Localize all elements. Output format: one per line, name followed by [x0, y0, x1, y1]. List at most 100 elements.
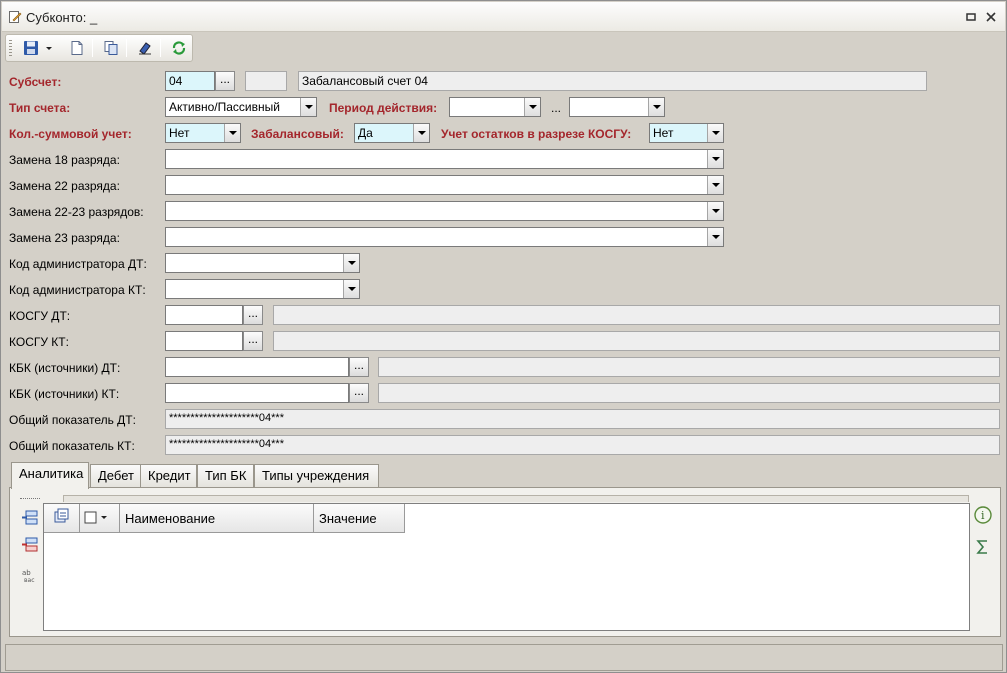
qty-sum-select[interactable]: Нет: [165, 123, 241, 143]
chevron-down-icon[interactable]: [224, 124, 240, 142]
admin-dt-select[interactable]: [165, 253, 360, 273]
window-title: Субконто: _: [26, 10, 98, 25]
subaccount-select-button[interactable]: ...: [215, 71, 235, 91]
analytics-grid: Наименование Значение: [43, 503, 970, 631]
account-type-select[interactable]: Активно/Пассивный: [165, 97, 317, 117]
title-bar: Субконто: _: [2, 2, 1005, 32]
spellcheck-button[interactable]: ab вас: [20, 566, 40, 586]
replace18-label: Замена 18 разряда:: [9, 153, 120, 167]
chevron-down-icon[interactable]: [343, 280, 359, 298]
kosgu-dt-select-button[interactable]: ...: [243, 305, 263, 325]
subkonto-window: Субконто: _ Субсчет: 04 ... Забалансовый…: [0, 0, 1007, 673]
new-document-button[interactable]: [66, 38, 88, 58]
replace2223-select[interactable]: [165, 201, 724, 221]
delete-row-button[interactable]: [20, 535, 40, 555]
svg-text:ab: ab: [22, 569, 31, 577]
total-dt-label: Общий показатель ДТ:: [9, 413, 136, 427]
chevron-down-icon[interactable]: [413, 124, 429, 142]
restore-window-icon[interactable]: [963, 9, 979, 25]
grid-settings-icon: [54, 508, 69, 523]
admin-dt-label: Код администратора ДТ:: [9, 257, 147, 271]
qty-sum-value: Нет: [169, 126, 190, 140]
info-button[interactable]: i: [972, 504, 994, 526]
kbk-kt-select-button[interactable]: ...: [349, 383, 369, 403]
document-edit-icon: [8, 10, 22, 24]
toolbar-separator: [92, 39, 93, 57]
tab-credit[interactable]: Кредит: [140, 464, 197, 488]
kosgu-balances-select[interactable]: Нет: [649, 123, 724, 143]
replace2223-label: Замена 22-23 разрядов:: [9, 205, 144, 219]
tab-bk-type[interactable]: Тип БК: [197, 464, 254, 488]
new-document-icon: [71, 41, 83, 55]
chevron-down-icon[interactable]: [707, 202, 723, 220]
toolbar: [5, 34, 193, 62]
admin-kt-select[interactable]: [165, 279, 360, 299]
off-balance-select[interactable]: Да: [354, 123, 430, 143]
replace18-select[interactable]: [165, 149, 724, 169]
kbk-kt-input[interactable]: [165, 383, 349, 403]
kbk-dt-label: КБК (источники) ДТ:: [9, 361, 121, 375]
replace23-select[interactable]: [165, 227, 724, 247]
chevron-down-icon[interactable]: [707, 228, 723, 246]
subaccount-code-field: [245, 71, 287, 91]
panel-grip[interactable]: [20, 498, 40, 500]
kosgu-dt-input[interactable]: [165, 305, 243, 325]
grid-select-all[interactable]: [80, 504, 120, 533]
save-icon: [24, 41, 38, 55]
subaccount-label: Субсчет:: [9, 75, 62, 89]
account-type-value: Активно/Пассивный: [169, 100, 280, 114]
sum-button[interactable]: [972, 536, 994, 558]
tab-analytics[interactable]: Аналитика: [11, 462, 89, 489]
kosgu-balances-label: Учет остатков в разрезе КОСГУ:: [441, 127, 632, 141]
chevron-down-icon[interactable]: [343, 254, 359, 272]
toolbar-grip[interactable]: [9, 40, 12, 56]
clear-button[interactable]: [134, 38, 156, 58]
chevron-down-icon: [46, 47, 52, 50]
refresh-icon: [172, 41, 186, 55]
kbk-dt-select-button[interactable]: ...: [349, 357, 369, 377]
kosgu-kt-label: КОСГУ КТ:: [9, 335, 69, 349]
copy-icon: [104, 41, 118, 55]
svg-text:вас: вас: [24, 577, 35, 584]
chevron-down-icon[interactable]: [707, 176, 723, 194]
kosgu-balances-value: Нет: [653, 126, 674, 140]
tab-institution-types[interactable]: Типы учреждения: [254, 464, 379, 488]
kosgu-kt-select-button[interactable]: ...: [243, 331, 263, 351]
close-window-icon[interactable]: [983, 9, 999, 25]
save-button[interactable]: [20, 38, 42, 58]
off-balance-value: Да: [358, 126, 373, 140]
kbk-dt-input[interactable]: [165, 357, 349, 377]
subaccount-input[interactable]: 04: [165, 71, 215, 91]
spellcheck-icon: abвас: [22, 569, 35, 584]
period-to-select[interactable]: [569, 97, 665, 117]
column-header-name[interactable]: Наименование: [120, 504, 314, 533]
kosgu-kt-name-field: [273, 331, 1000, 351]
replace22-label: Замена 22 разряда:: [9, 179, 120, 193]
toolbar-separator: [160, 39, 161, 57]
status-bar: [5, 644, 1003, 671]
period-label: Период действия:: [329, 101, 438, 115]
copy-button[interactable]: [100, 38, 122, 58]
total-kt-field: *********************04***: [165, 435, 1000, 455]
kosgu-kt-input[interactable]: [165, 331, 243, 351]
chevron-down-icon[interactable]: [707, 124, 723, 142]
column-ruler[interactable]: [63, 495, 969, 502]
save-dropdown-button[interactable]: [42, 38, 56, 58]
total-dt-field: *********************04***: [165, 409, 1000, 429]
total-kt-label: Общий показатель КТ:: [9, 439, 135, 453]
chevron-down-icon[interactable]: [648, 98, 664, 116]
period-separator: ...: [551, 101, 562, 115]
account-type-label: Тип счета:: [9, 101, 71, 115]
add-row-button[interactable]: [20, 508, 40, 528]
column-header-value[interactable]: Значение: [314, 504, 405, 533]
kbk-kt-name-field: [378, 383, 1000, 403]
analytics-panel: ab вас Наименование Значение i: [9, 487, 1001, 637]
chevron-down-icon[interactable]: [524, 98, 540, 116]
period-from-select[interactable]: [449, 97, 541, 117]
replace22-select[interactable]: [165, 175, 724, 195]
refresh-button[interactable]: [168, 38, 190, 58]
subaccount-name-field: Забалансовый счет 04: [298, 71, 927, 91]
grid-row-settings-button[interactable]: [44, 504, 80, 533]
chevron-down-icon[interactable]: [707, 150, 723, 168]
chevron-down-icon[interactable]: [300, 98, 316, 116]
